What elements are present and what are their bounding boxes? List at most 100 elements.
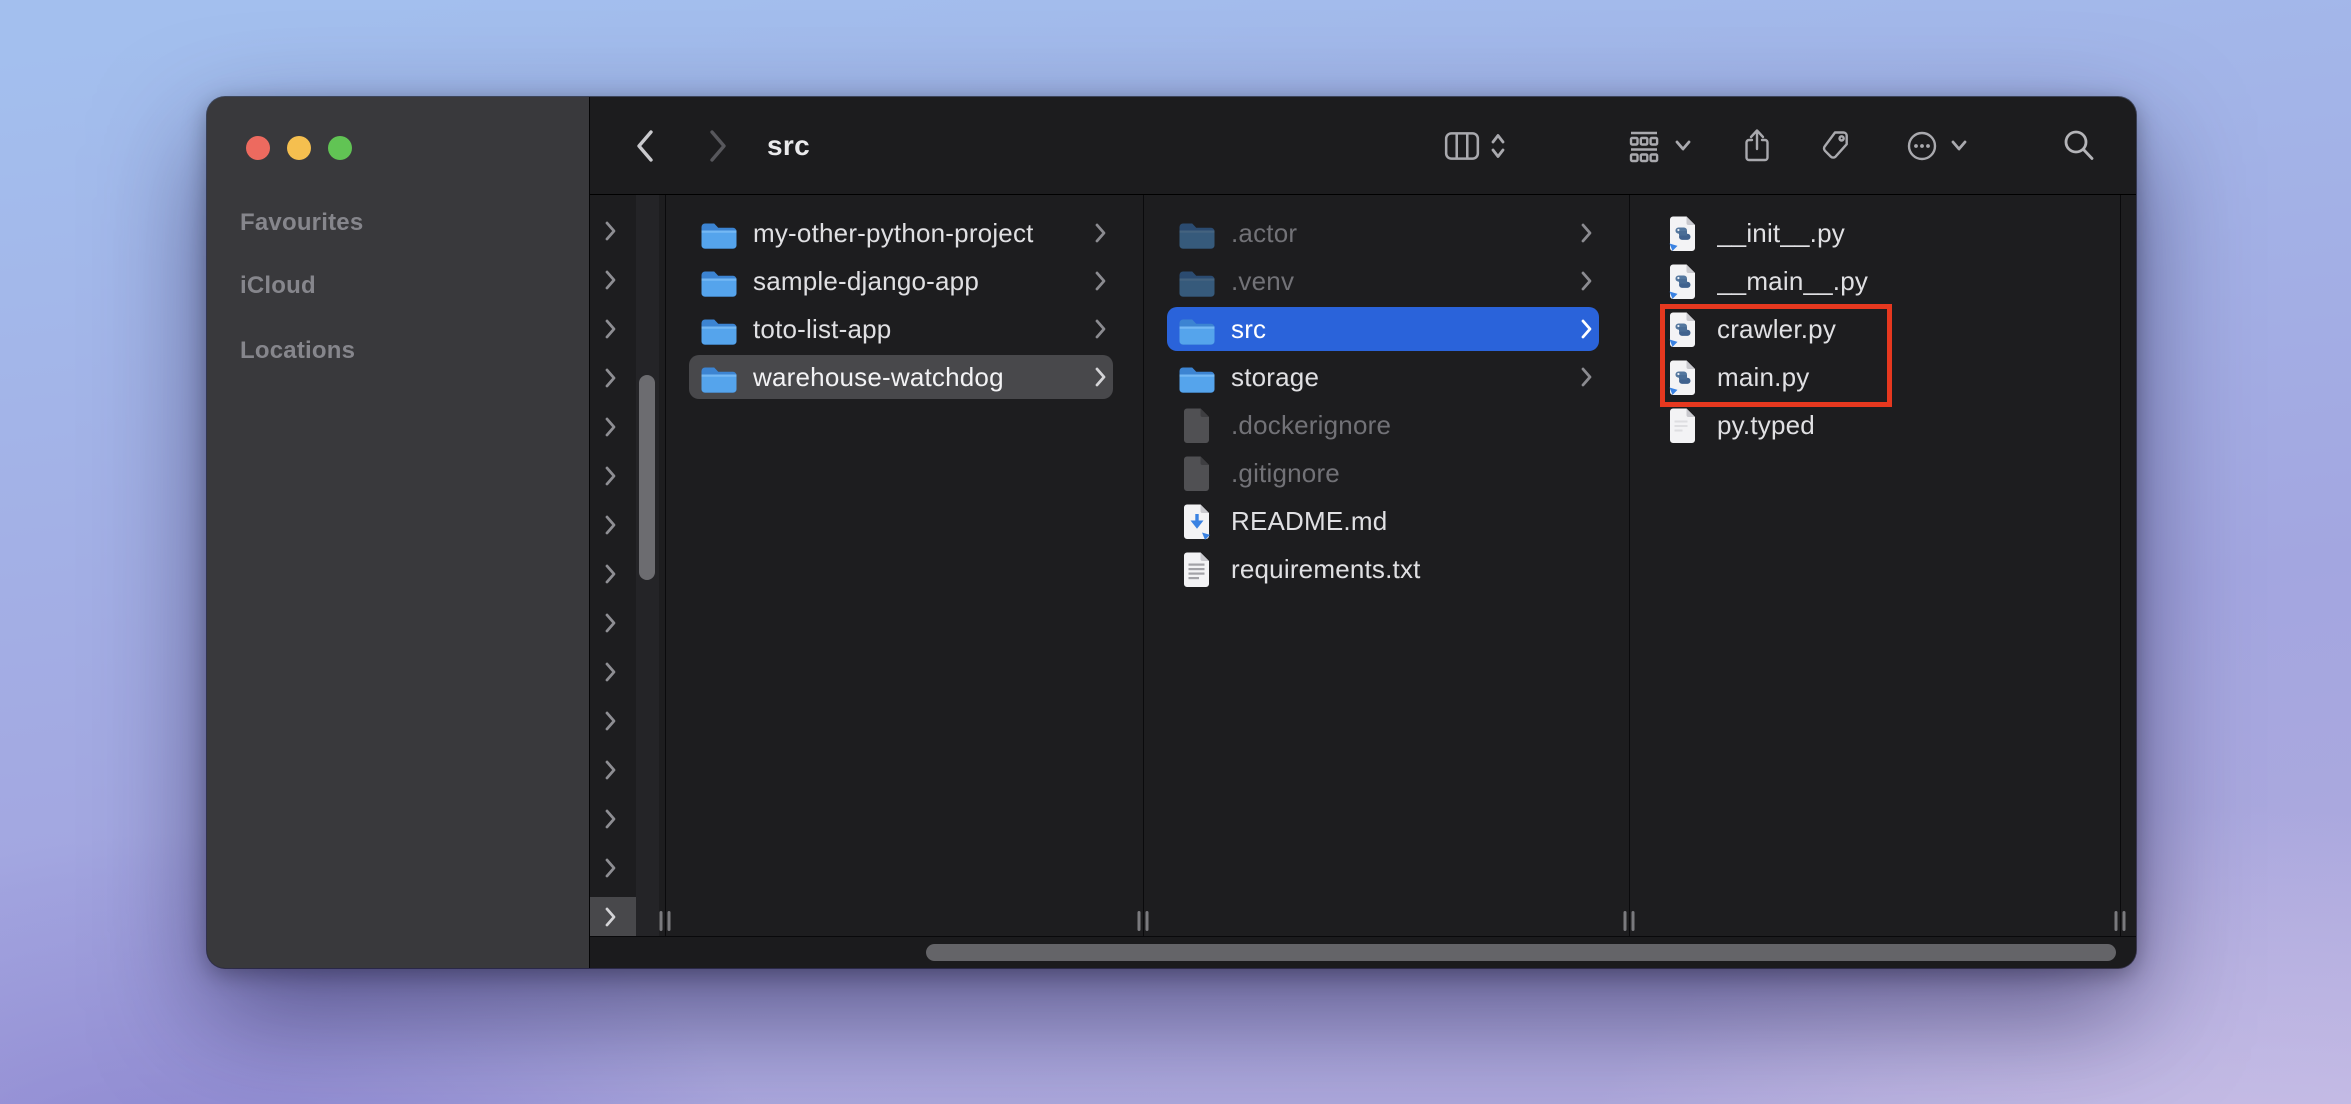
finder-window: Favourites iCloud Locations src	[207, 97, 2136, 968]
folder-icon	[1176, 218, 1218, 249]
file-row[interactable]: py.typed	[1653, 403, 2090, 447]
sidebar-section-icloud[interactable]: iCloud	[240, 272, 316, 300]
chevron-right-icon	[590, 269, 617, 296]
item-label: __init__.py	[1717, 218, 2090, 249]
item-label: my-other-python-project	[753, 218, 1094, 249]
doc-python-icon	[1662, 311, 1704, 348]
ellipsis-circle-icon	[1905, 129, 1939, 163]
chevron-right-icon	[590, 514, 617, 541]
item-label: crawler.py	[1717, 314, 2090, 345]
column-view-sort-button[interactable]	[1488, 97, 1508, 195]
chevron-right-icon	[590, 808, 617, 835]
column-resize-handle[interactable]	[1138, 911, 1149, 931]
item-label: main.py	[1717, 362, 2090, 393]
file-row[interactable]: __init__.py	[1653, 211, 2090, 255]
folder-row[interactable]: storage	[1167, 355, 1599, 399]
file-row[interactable]: README.md	[1167, 499, 1599, 543]
view-options-dropdown[interactable]	[1672, 97, 1694, 195]
file-row[interactable]: requirements.txt	[1167, 547, 1599, 591]
folder-row[interactable]: my-other-python-project	[689, 211, 1113, 255]
finder-column-projects: my-other-python-project sample-django-ap…	[666, 195, 1143, 936]
folder-row[interactable]: .venv	[1167, 259, 1599, 303]
chevron-right-icon	[1094, 318, 1107, 340]
file-row[interactable]: __main__.py	[1653, 259, 2090, 303]
chevron-right-icon	[590, 857, 617, 884]
folder-icon	[698, 362, 740, 393]
doc-markdown-icon	[1176, 503, 1218, 540]
toolbar: src	[590, 97, 2136, 195]
chevron-right-icon	[1580, 366, 1593, 388]
more-actions-button[interactable]	[1904, 97, 1940, 195]
search-button[interactable]	[2060, 97, 2096, 195]
chevron-right-icon	[590, 661, 617, 688]
chevron-right-icon	[1094, 366, 1107, 388]
horizontal-scrollbar-thumb[interactable]	[926, 944, 2116, 961]
column-resize-handle[interactable]	[1624, 911, 1635, 931]
item-label: .dockerignore	[1231, 410, 1599, 441]
chevron-right-icon	[590, 220, 617, 247]
column-resize-handle[interactable]	[660, 911, 671, 931]
doc-plain-icon	[1176, 455, 1218, 492]
zoom-button[interactable]	[328, 136, 352, 160]
horizontal-scrollbar[interactable]	[590, 936, 2136, 968]
item-label: .venv	[1231, 266, 1580, 297]
group-grid-icon	[1625, 128, 1663, 164]
chevron-right-icon	[590, 759, 617, 786]
folder-row[interactable]: warehouse-watchdog	[689, 355, 1113, 399]
close-button[interactable]	[246, 136, 270, 160]
chevron-right-icon	[1580, 318, 1593, 340]
column-divider[interactable]	[665, 195, 666, 936]
share-icon	[1741, 126, 1773, 166]
content-area: my-other-python-project sample-django-ap…	[590, 195, 2136, 968]
sort-chevrons-icon	[1489, 128, 1507, 164]
chevron-right-icon	[590, 710, 617, 737]
chevron-right-icon	[590, 416, 617, 443]
view-options-button[interactable]	[1624, 97, 1664, 195]
chevron-right-icon	[1094, 270, 1107, 292]
folder-row[interactable]: sample-django-app	[689, 259, 1113, 303]
chevron-right-icon	[590, 563, 617, 590]
chevron-down-icon	[1673, 138, 1693, 154]
folder-row[interactable]: .actor	[1167, 211, 1599, 255]
column-divider[interactable]	[1629, 195, 1630, 936]
finder-column-src-contents: __init__.py __main__.py crawler.py main.…	[1630, 195, 2120, 936]
file-row[interactable]: crawler.py	[1653, 307, 2090, 351]
doc-python-icon	[1662, 359, 1704, 396]
folder-icon	[1176, 266, 1218, 297]
search-icon	[2061, 127, 2095, 165]
item-label: .gitignore	[1231, 458, 1599, 489]
more-actions-dropdown[interactable]	[1948, 97, 1970, 195]
column-view-button[interactable]	[1442, 97, 1482, 195]
window-sidebar: Favourites iCloud Locations	[207, 97, 590, 968]
file-row[interactable]: main.py	[1653, 355, 2090, 399]
window-main: src	[590, 97, 2136, 968]
file-row[interactable]: .gitignore	[1167, 451, 1599, 495]
folder-row[interactable]: src	[1167, 307, 1599, 351]
column-divider[interactable]	[1143, 195, 1144, 936]
column-resize-handle[interactable]	[2115, 911, 2126, 931]
sidebar-section-favourites[interactable]: Favourites	[240, 209, 363, 237]
traffic-lights	[246, 136, 352, 160]
item-label: src	[1231, 314, 1580, 345]
folder-icon	[698, 314, 740, 345]
back-button[interactable]	[630, 97, 660, 195]
item-label: sample-django-app	[753, 266, 1094, 297]
tags-button[interactable]	[1818, 97, 1854, 195]
chevron-down-icon	[1949, 138, 1969, 154]
chevron-right-icon	[1094, 222, 1107, 244]
item-label: .actor	[1231, 218, 1580, 249]
column-divider[interactable]	[2120, 195, 2121, 936]
doc-text-icon	[1176, 551, 1218, 588]
folder-row[interactable]: toto-list-app	[689, 307, 1113, 351]
share-button[interactable]	[1740, 97, 1774, 195]
item-label: storage	[1231, 362, 1580, 393]
chevron-right-icon	[590, 906, 617, 933]
file-row[interactable]: .dockerignore	[1167, 403, 1599, 447]
sidebar-section-locations[interactable]: Locations	[240, 337, 355, 365]
vertical-scrollbar-thumb[interactable]	[639, 375, 655, 580]
forward-button[interactable]	[703, 97, 733, 195]
folder-icon	[1176, 314, 1218, 345]
folder-icon	[698, 266, 740, 297]
minimize-button[interactable]	[287, 136, 311, 160]
window-title: src	[767, 97, 810, 195]
